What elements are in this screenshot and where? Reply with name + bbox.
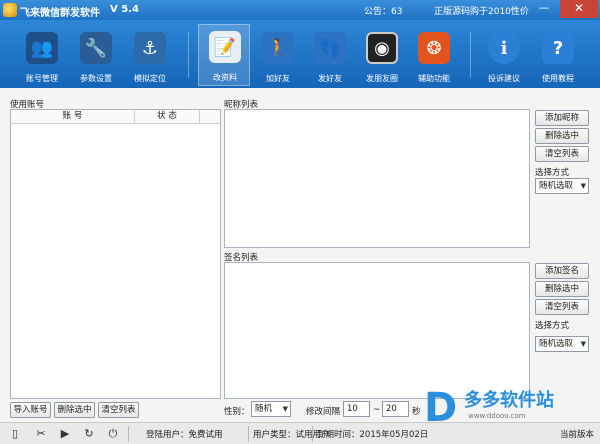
delete-account-button[interactable]: 删除选中	[54, 402, 95, 418]
watermark-name: 多多软件站	[464, 390, 554, 411]
login-user-text: 登陆用户：免费试用	[146, 430, 223, 440]
help-icon: ?	[542, 32, 574, 64]
tools-icon[interactable]: ✂	[34, 427, 48, 441]
interval-max-input[interactable]: 20	[382, 401, 409, 417]
interval-separator: ~	[373, 405, 381, 415]
gender-label: 性别：	[224, 407, 250, 417]
users-icon: 👥	[26, 32, 58, 64]
power-icon[interactable]: ⏻	[106, 427, 120, 441]
tools-icon: 🔧	[80, 32, 112, 64]
tab-tutorial[interactable]: ? 使用教程	[532, 26, 584, 86]
purchase-hint[interactable]: 正版源码购于2010性价	[434, 4, 529, 17]
chevron-down-icon: ▼	[580, 182, 586, 190]
tab-edit-profile[interactable]: 📝 改资料	[198, 24, 250, 86]
phone-icon[interactable]: ▯	[8, 427, 22, 441]
tab-assist[interactable]: ❂ 辅助功能	[408, 26, 460, 86]
column-filler	[200, 110, 220, 124]
column-account[interactable]: 账 号	[11, 110, 135, 124]
interval-label: 修改间隔	[306, 407, 341, 417]
watermark-logo: D	[424, 385, 458, 431]
toolbar-separator	[188, 32, 189, 78]
signature-mode-select[interactable]: 随机选取 ▼	[535, 336, 589, 352]
play-icon[interactable]: ▶	[58, 427, 72, 441]
nickname-mode-value: 随机选取	[539, 181, 574, 191]
tab-settings[interactable]: 🔧 参数设置	[70, 26, 122, 86]
status-separator	[248, 426, 249, 442]
app-version: V 5.4	[110, 4, 139, 15]
info-icon: i	[488, 32, 520, 64]
tab-add-friend[interactable]: 🚶 加好友	[252, 26, 304, 86]
tab-account-manage[interactable]: 👥 账号管理	[16, 26, 68, 86]
app-logo-icon	[3, 3, 17, 17]
close-button[interactable]: ✕	[560, 0, 598, 18]
accounts-table[interactable]: 账 号 状 态	[10, 109, 221, 399]
watermark-url: www.ddooo.com	[468, 412, 526, 420]
nickname-mode-select[interactable]: 随机选取 ▼	[535, 178, 589, 194]
notepad-icon: 📝	[209, 31, 241, 63]
status-separator	[312, 426, 313, 442]
camera-icon: ◉	[366, 32, 398, 64]
minimize-button[interactable]: —	[531, 1, 557, 18]
signature-mode-label: 选择方式	[535, 321, 570, 331]
tab-moments[interactable]: ◉ 发朋友圈	[356, 26, 408, 86]
nicknames-list[interactable]	[224, 109, 530, 248]
tab-label: 模拟定位	[134, 74, 166, 83]
tab-feedback[interactable]: i 投诉建议	[478, 26, 530, 86]
signatures-list[interactable]	[224, 262, 530, 399]
interval-min-input[interactable]: 10	[343, 401, 370, 417]
gender-select[interactable]: 随机 ▼	[251, 401, 291, 417]
chevron-down-icon: ▼	[580, 340, 586, 348]
app-title: 飞来微信群发软件	[20, 8, 100, 19]
delete-nickname-button[interactable]: 删除选中	[535, 128, 589, 144]
clear-signature-button[interactable]: 清空列表	[535, 299, 589, 315]
notice-link[interactable]: 公告：63	[364, 4, 402, 17]
import-account-button[interactable]: 导入账号	[10, 402, 51, 418]
footprints-icon: 👣	[314, 32, 346, 64]
nickname-mode-label: 选择方式	[535, 168, 570, 178]
clear-account-button[interactable]: 清空列表	[98, 402, 139, 418]
ubuntu-icon: ❂	[418, 32, 450, 64]
interval-unit: 秒	[412, 407, 421, 417]
column-status[interactable]: 状 态	[135, 110, 200, 124]
signature-mode-value: 随机选取	[539, 339, 574, 349]
chevron-down-icon: ▼	[282, 405, 288, 413]
person-icon: 🚶	[262, 32, 294, 64]
status-separator	[128, 426, 129, 442]
tab-label: 辅助功能	[418, 74, 450, 83]
add-signature-button[interactable]: 添加签名	[535, 263, 589, 279]
anchor-icon: ⚓	[134, 32, 166, 64]
clear-nickname-button[interactable]: 清空列表	[535, 146, 589, 162]
tab-send-friend[interactable]: 👣 发好友	[304, 26, 356, 86]
main-area: 使用账号 账 号 状 态 导入账号 删除选中 清空列表 昵称列表 添加昵称 删除…	[0, 88, 600, 422]
watermark: D 多多软件站 www.ddooo.com	[424, 382, 600, 434]
add-nickname-button[interactable]: 添加昵称	[535, 110, 589, 126]
tab-mock-location[interactable]: ⚓ 模拟定位	[124, 26, 176, 86]
delete-signature-button[interactable]: 删除选中	[535, 281, 589, 297]
title-bar: 飞来微信群发软件 V 5.4 公告：63 正版源码购于2010性价 — ✕	[0, 0, 600, 20]
expiry-text: 到期时间：2015年05月02日	[317, 430, 429, 440]
tab-label: 使用教程	[542, 74, 574, 83]
toolbar-separator	[470, 32, 471, 78]
main-toolbar: 👥 账号管理 🔧 参数设置 ⚓ 模拟定位 📝 改资料 🚶 加好友 👣 发好友 ◉…	[0, 20, 600, 88]
refresh-icon[interactable]: ↻	[82, 427, 96, 441]
gender-value: 随机	[255, 404, 273, 414]
